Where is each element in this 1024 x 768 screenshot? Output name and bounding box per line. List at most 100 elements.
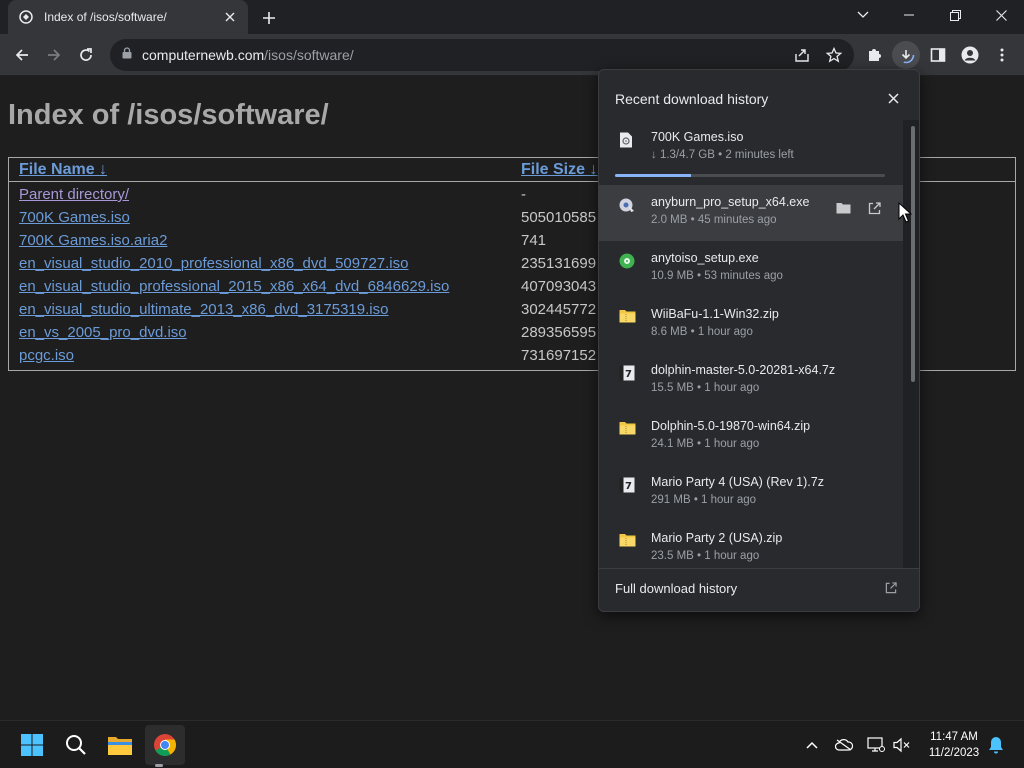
file-size: 302445772 <box>521 301 597 318</box>
download-item[interactable]: anyburn_pro_setup_x64.exe 2.0 MB • 45 mi… <box>599 185 903 241</box>
download-item[interactable]: WiiBaFu-1.1-Win32.zip 8.6 MB • 1 hour ag… <box>599 297 903 353</box>
downloads-scrollbar-thumb[interactable] <box>911 126 915 382</box>
onedrive-cloud-icon[interactable] <box>834 735 854 755</box>
open-external-icon <box>883 580 899 596</box>
file-size: 235131699 <box>521 255 597 272</box>
full-download-history-label: Full download history <box>615 581 738 596</box>
download-status: 8.6 MB • 1 hour ago <box>651 326 753 338</box>
file-size: 407093043 <box>521 278 597 295</box>
windows-start-icon[interactable] <box>12 725 52 765</box>
back-button[interactable] <box>8 41 36 69</box>
downloads-list[interactable]: 700K Games.iso ↓ 1.3/4.7 GB • 2 minutes … <box>599 120 919 568</box>
download-item[interactable]: anytoiso_setup.exe 10.9 MB • 53 minutes … <box>599 241 903 297</box>
download-item[interactable]: 7 Mario Party 4 (USA) (Rev 1).7z 291 MB … <box>599 465 903 521</box>
file-size: 505010585 <box>521 209 597 226</box>
iso-file-icon <box>619 132 635 148</box>
new-tab-button[interactable] <box>258 7 280 29</box>
network-icon[interactable] <box>866 735 886 755</box>
file-link[interactable]: en_visual_studio_ultimate_2013_x86_dvd_3… <box>19 301 388 318</box>
file-link[interactable]: pcgc.iso <box>19 347 74 364</box>
tab-title: Index of /isos/software/ <box>44 10 167 24</box>
open-external-icon[interactable] <box>865 199 883 217</box>
file-link[interactable]: en_vs_2005_pro_dvd.iso <box>19 324 187 341</box>
url-path: /isos/software/ <box>264 47 354 63</box>
system-clock[interactable]: 11:47 AM 11/2/2023 <box>916 729 992 761</box>
downloads-header: Recent download history <box>599 70 919 120</box>
notification-bell-icon[interactable] <box>986 735 1006 755</box>
download-item[interactable]: 7 dolphin-master-5.0-20281-x64.7z 15.5 M… <box>599 353 903 409</box>
download-filename: dolphin-master-5.0-20281-x64.7z <box>651 363 836 377</box>
chrome-running-indicator <box>155 764 163 767</box>
reload-button[interactable] <box>72 41 100 69</box>
downloads-title: Recent download history <box>615 91 769 107</box>
bookmark-star-icon[interactable] <box>820 41 848 69</box>
download-item[interactable]: 700K Games.iso ↓ 1.3/4.7 GB • 2 minutes … <box>599 120 903 177</box>
url-text: computernewb.com/isos/software/ <box>142 47 354 63</box>
download-status: 15.5 MB • 1 hour ago <box>651 382 760 394</box>
close-window-button[interactable] <box>978 0 1024 30</box>
file-size: 731697152 <box>521 347 597 364</box>
download-status: ↓ 1.3/4.7 GB • 2 minutes left <box>651 149 794 161</box>
minimize-button[interactable] <box>886 0 932 30</box>
sort-arrow-icon: ↓ <box>589 161 598 178</box>
file-size: 289356595 <box>521 324 597 341</box>
extensions-puzzle-icon[interactable] <box>860 41 888 69</box>
zip-folder-icon <box>619 309 636 325</box>
column-file-size[interactable]: File Size ↓ <box>521 161 597 179</box>
file-link[interactable]: en_visual_studio_professional_2015_x86_x… <box>19 278 449 295</box>
profile-avatar-icon[interactable] <box>956 41 984 69</box>
file-link[interactable]: Parent directory/ <box>19 186 129 203</box>
search-icon[interactable] <box>56 725 96 765</box>
exe-green-icon <box>619 253 635 269</box>
download-filename: Dolphin-5.0-19870-win64.zip <box>651 419 811 433</box>
title-bar: Index of /isos/software/ <box>0 0 1024 34</box>
tab-close-icon[interactable] <box>222 9 238 25</box>
download-progress-fill <box>615 174 691 177</box>
svg-text:7: 7 <box>625 481 632 492</box>
site-favicon-icon <box>18 9 34 25</box>
close-icon[interactable] <box>885 90 901 106</box>
downloads-button[interactable] <box>892 41 920 69</box>
download-filename: Mario Party 2 (USA).zip <box>651 531 783 545</box>
file-link[interactable]: 700K Games.iso.aria2 <box>19 232 167 249</box>
browser-tab[interactable]: Index of /isos/software/ <box>8 0 248 34</box>
side-panel-icon[interactable] <box>924 41 952 69</box>
column-file-size-label: File Size <box>521 161 586 178</box>
url-host: computernewb.com <box>142 47 265 63</box>
clock-time: 11:47 AM <box>930 731 978 743</box>
show-in-folder-icon[interactable] <box>834 199 852 217</box>
mouse-cursor-icon <box>898 202 912 223</box>
7z-archive-icon: 7 <box>619 365 635 381</box>
zip-folder-icon <box>619 421 636 437</box>
menu-kebab-icon[interactable] <box>988 41 1016 69</box>
download-status: 24.1 MB • 1 hour ago <box>651 438 760 450</box>
file-size: - <box>521 186 526 203</box>
zip-folder-icon <box>619 533 636 549</box>
file-link[interactable]: 700K Games.iso <box>19 209 130 226</box>
file-link[interactable]: en_visual_studio_2010_professional_x86_d… <box>19 255 408 272</box>
full-download-history-link[interactable]: Full download history <box>599 568 919 611</box>
download-progress-bar <box>615 174 885 177</box>
column-file-name[interactable]: File Name ↓ <box>19 161 107 179</box>
share-icon[interactable] <box>788 41 816 69</box>
lock-icon[interactable] <box>122 46 132 64</box>
restore-button[interactable] <box>932 0 978 30</box>
chrome-icon[interactable] <box>145 725 185 765</box>
svg-text:7: 7 <box>625 369 632 380</box>
download-filename: WiiBaFu-1.1-Win32.zip <box>651 307 779 321</box>
exe-installer-icon <box>619 197 635 213</box>
windows-taskbar: 11:47 AM 11/2/2023 <box>0 720 1024 768</box>
download-item[interactable]: Dolphin-5.0-19870-win64.zip 24.1 MB • 1 … <box>599 409 903 465</box>
volume-muted-icon[interactable] <box>892 735 912 755</box>
show-hidden-icons-chevron-icon[interactable] <box>802 735 822 755</box>
download-filename: anyburn_pro_setup_x64.exe <box>651 195 810 209</box>
download-status: 291 MB • 1 hour ago <box>651 494 757 506</box>
download-status: 2.0 MB • 45 minutes ago <box>651 214 777 226</box>
address-bar[interactable]: computernewb.com/isos/software/ <box>110 39 854 71</box>
tab-search-icon[interactable] <box>840 0 886 30</box>
download-filename: anytoiso_setup.exe <box>651 251 759 265</box>
page-title: Index of /isos/software/ <box>8 99 329 131</box>
file-explorer-icon[interactable] <box>100 725 140 765</box>
download-item[interactable]: Mario Party 2 (USA).zip 23.5 MB • 1 hour… <box>599 521 903 568</box>
forward-button[interactable] <box>40 41 68 69</box>
